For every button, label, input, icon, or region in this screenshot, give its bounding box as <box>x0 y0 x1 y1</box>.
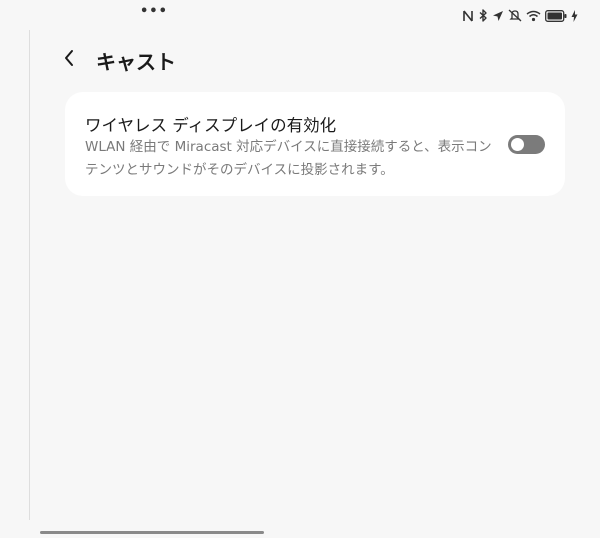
page-header: キャスト <box>58 44 176 76</box>
left-pane-divider <box>29 30 30 520</box>
mute-icon <box>508 9 522 22</box>
toggle-knob <box>511 138 524 151</box>
home-indicator[interactable] <box>40 531 264 534</box>
chevron-left-icon <box>63 49 75 71</box>
wireless-display-description: WLAN 経由で Miracast 対応デバイスに直接接続すると、表示コンテンツ… <box>85 139 492 178</box>
status-bar: ••• <box>0 0 600 28</box>
nfc-icon <box>462 10 474 22</box>
wireless-display-toggle[interactable] <box>508 135 545 154</box>
charging-icon <box>571 9 578 22</box>
wifi-icon <box>526 10 541 22</box>
page-title: キャスト <box>96 49 176 74</box>
back-button[interactable] <box>58 46 80 74</box>
status-icons <box>462 9 578 22</box>
wireless-display-setting[interactable]: ワイヤレス ディスプレイの有効化 WLAN 経由で Miracast 対応デバイ… <box>65 92 565 196</box>
battery-icon <box>545 9 567 22</box>
bluetooth-icon <box>478 9 488 22</box>
location-icon <box>492 10 504 22</box>
window-menu-dots[interactable]: ••• <box>140 4 168 19</box>
wireless-display-title: ワイヤレス ディスプレイの有効化 <box>85 116 337 135</box>
